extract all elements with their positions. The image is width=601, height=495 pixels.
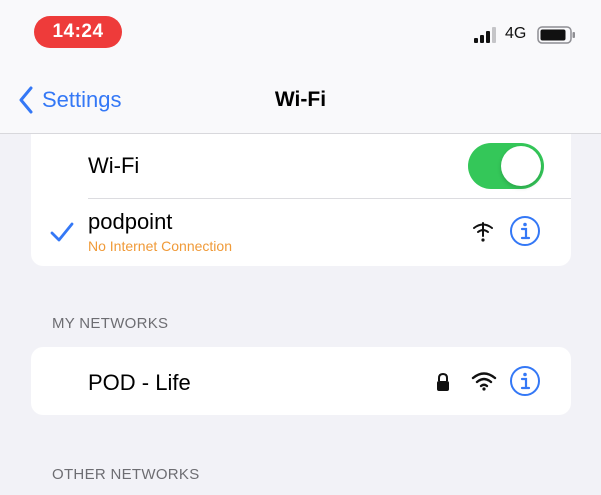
wifi-card: Wi-Fi podpoint No Internet Connection — [31, 134, 571, 266]
cellular-signal-icon — [474, 27, 496, 43]
network-name: POD - Life — [88, 370, 191, 395]
my-networks-card: POD - Life — [31, 347, 571, 415]
section-header-my-networks: MY NETWORKS — [52, 315, 169, 332]
lock-icon — [437, 372, 449, 391]
info-icon[interactable] — [509, 215, 541, 247]
info-icon[interactable] — [509, 365, 541, 397]
wifi-icon — [471, 372, 497, 391]
battery-icon — [537, 26, 575, 44]
connected-network-row[interactable]: podpoint No Internet Connection — [31, 199, 571, 266]
navigation-bar: Settings Wi-Fi — [0, 66, 601, 134]
network-row-pod-life[interactable]: POD - Life — [31, 347, 571, 415]
toggle-knob — [501, 146, 541, 186]
status-bar: 14:24 4G — [0, 0, 601, 66]
no-internet-wifi-icon — [473, 222, 493, 242]
wifi-toggle-label: Wi-Fi — [88, 153, 140, 178]
network-type: 4G — [505, 25, 527, 42]
connected-network-name: podpoint — [88, 209, 173, 234]
page-title: Wi-Fi — [274, 88, 327, 111]
connected-network-status: No Internet Connection — [88, 238, 232, 254]
section-header-other-networks: OTHER NETWORKS — [52, 466, 200, 483]
checkmark-icon — [50, 222, 74, 242]
wifi-toggle-switch[interactable] — [468, 143, 544, 189]
status-time[interactable]: 14:24 — [34, 16, 122, 48]
wifi-toggle-row: Wi-Fi — [31, 134, 571, 198]
